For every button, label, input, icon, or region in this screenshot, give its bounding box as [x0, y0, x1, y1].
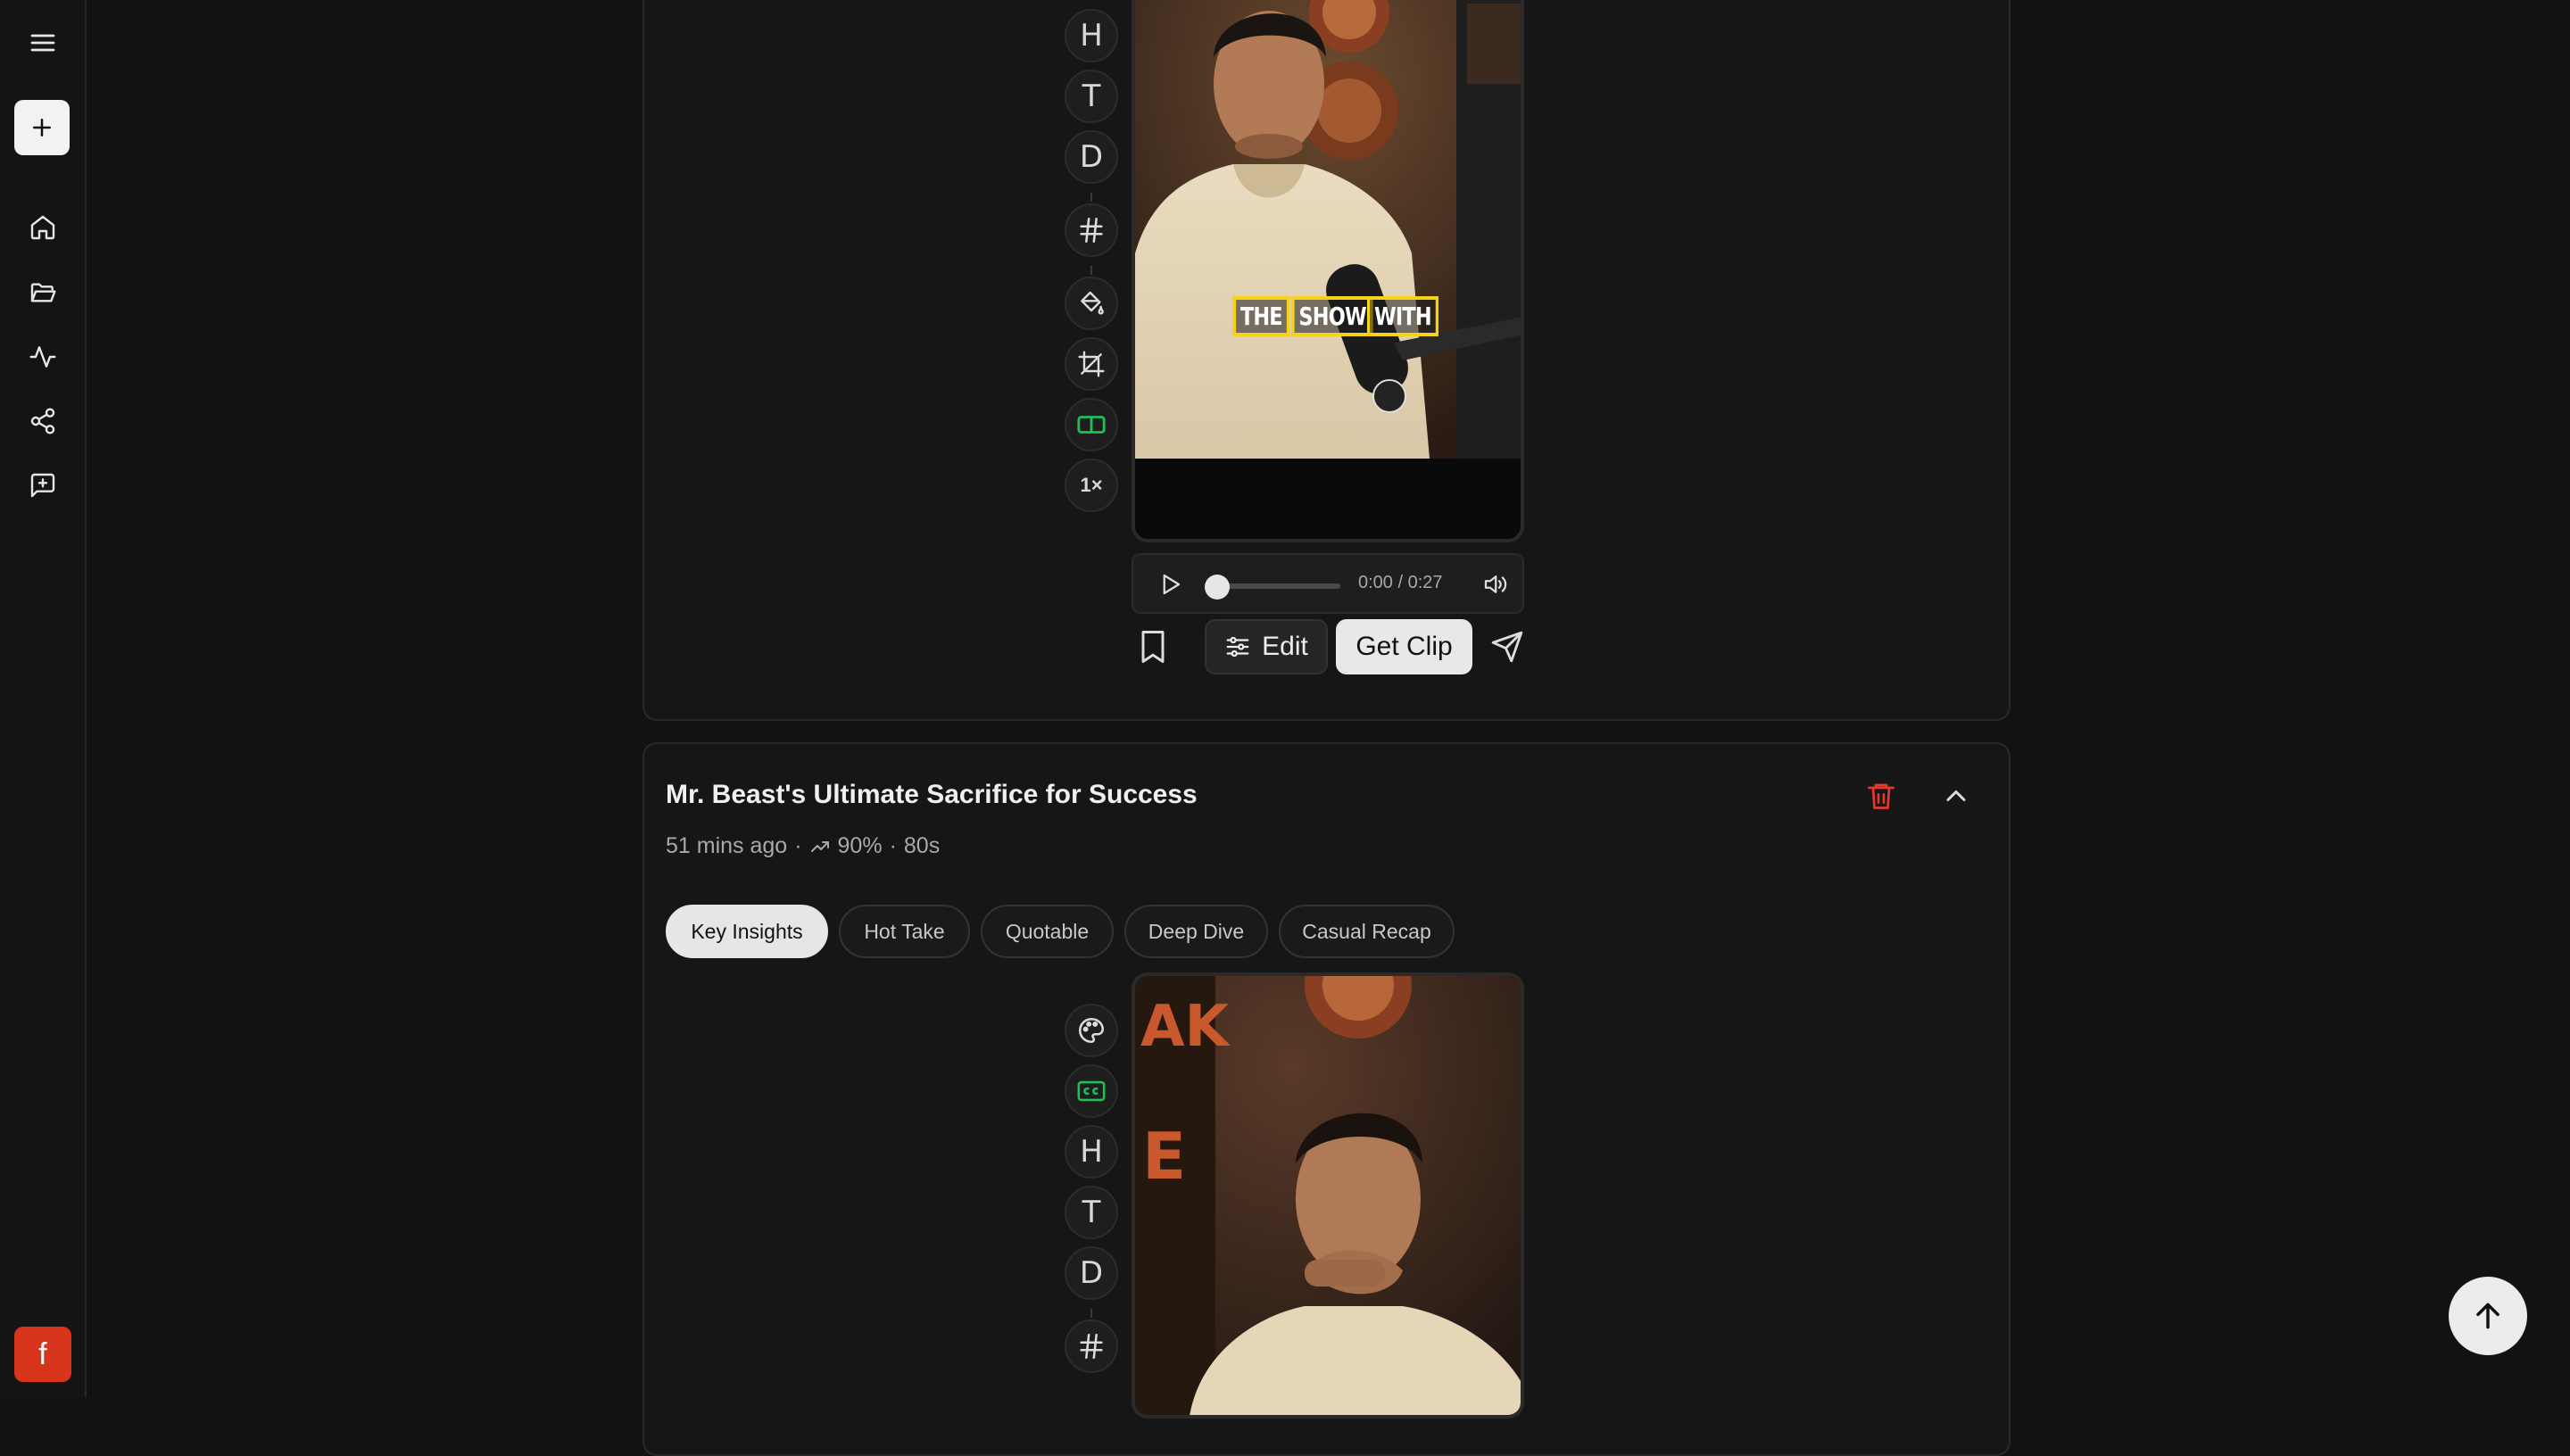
- time-display: 0:00 / 0:27: [1358, 573, 1443, 592]
- volume-icon[interactable]: [1481, 571, 1508, 598]
- tool-letter: D: [1079, 1255, 1104, 1291]
- get-clip-label: Get Clip: [1355, 632, 1453, 661]
- tab-hot-take[interactable]: Hot Take: [839, 905, 970, 958]
- trash-icon[interactable]: [1865, 780, 1897, 812]
- tab-casual-recap[interactable]: Casual Recap: [1279, 905, 1455, 958]
- paint-bucket-icon: [1081, 291, 1104, 315]
- speed-tool[interactable]: 1×: [1065, 459, 1118, 512]
- description-tool[interactable]: D: [1065, 1246, 1118, 1300]
- menu-icon[interactable]: [21, 21, 64, 64]
- crop-icon: [1078, 351, 1105, 377]
- hashtag-icon: [1080, 217, 1103, 244]
- tool-letter: H: [1080, 1134, 1103, 1170]
- seek-bar[interactable]: [1215, 583, 1340, 589]
- caption-word: SHOW: [1291, 296, 1373, 336]
- hashtag-tool[interactable]: [1065, 203, 1118, 257]
- tool-letter: H: [1080, 18, 1103, 54]
- clip-duration: 80s: [903, 833, 941, 858]
- sidebar: f: [0, 0, 87, 1397]
- activity-icon[interactable]: [21, 335, 64, 378]
- paint-tool[interactable]: [1065, 277, 1118, 330]
- tool-letter: D: [1079, 139, 1104, 175]
- description-tool[interactable]: D: [1065, 130, 1118, 184]
- text-tool[interactable]: T: [1065, 1186, 1118, 1239]
- send-icon[interactable]: [1490, 630, 1524, 664]
- player-controls: 0:00 / 0:27: [1132, 553, 1524, 614]
- tab-label: Deep Dive: [1148, 919, 1245, 943]
- bookmark-icon[interactable]: [1133, 625, 1173, 669]
- play-icon[interactable]: [1156, 571, 1183, 598]
- tab-label: Quotable: [1005, 919, 1090, 943]
- palette-icon: [1078, 1017, 1105, 1044]
- avatar-letter: f: [38, 1336, 47, 1371]
- tool-divider: [1090, 193, 1092, 202]
- tab-key-insights[interactable]: Key Insights: [666, 905, 828, 958]
- scroll-to-top-button[interactable]: [2449, 1277, 2527, 1355]
- headline-tool[interactable]: H: [1065, 9, 1118, 62]
- meta-dot: ·: [794, 833, 802, 858]
- headline-tool[interactable]: H: [1065, 1125, 1118, 1179]
- tab-label: Casual Recap: [1302, 919, 1431, 943]
- video-frame: THE SHOW WITH: [1135, 0, 1521, 459]
- caption-word: THE: [1232, 296, 1289, 336]
- new-project-button[interactable]: [14, 100, 70, 155]
- edit-label: Edit: [1262, 632, 1308, 661]
- arrow-up-icon: [2476, 1303, 2500, 1329]
- cc-icon: [1077, 1080, 1106, 1102]
- crop-tool[interactable]: [1065, 337, 1118, 391]
- share-icon[interactable]: [21, 400, 64, 443]
- tab-label: Hot Take: [864, 919, 945, 943]
- tool-letter: T: [1082, 79, 1101, 114]
- get-clip-button[interactable]: Get Clip: [1336, 619, 1472, 674]
- backdrop-sign-text: AK: [1140, 994, 1230, 1060]
- clip-title: Mr. Beast's Ultimate Sacrifice for Succe…: [666, 780, 1198, 809]
- trending-icon: [810, 840, 829, 852]
- split-layout-icon: [1077, 416, 1106, 434]
- clip-age: 51 mins ago: [666, 833, 788, 858]
- caption-word: WITH: [1366, 296, 1438, 336]
- video-thumbnail: [1135, 0, 1521, 459]
- layout-tool[interactable]: [1065, 398, 1118, 451]
- sliders-icon: [1226, 636, 1249, 658]
- meta-dot: ·: [889, 833, 897, 858]
- clip-meta: 51 mins ago · 90% · 80s: [666, 833, 940, 859]
- tab-quotable[interactable]: Quotable: [981, 905, 1114, 958]
- palette-tool[interactable]: [1065, 1004, 1118, 1057]
- seek-handle[interactable]: [1205, 575, 1230, 600]
- collapse-icon[interactable]: [1940, 780, 1972, 812]
- home-icon[interactable]: [21, 206, 64, 249]
- feedback-icon[interactable]: [21, 464, 64, 507]
- tool-divider: [1090, 266, 1092, 275]
- folder-icon[interactable]: [21, 271, 64, 314]
- captions-tool[interactable]: [1065, 1064, 1118, 1118]
- tab-deep-dive[interactable]: Deep Dive: [1124, 905, 1268, 958]
- avatar[interactable]: f: [14, 1327, 71, 1382]
- virality-score: 90%: [837, 833, 883, 858]
- hashtag-tool[interactable]: [1065, 1320, 1118, 1373]
- tab-label: Key Insights: [691, 919, 803, 943]
- hashtag-icon: [1080, 1333, 1103, 1360]
- edit-button[interactable]: Edit: [1205, 619, 1328, 674]
- video-frame: AK E: [1135, 976, 1521, 1415]
- plus-icon: [33, 119, 51, 136]
- tool-divider: [1090, 1309, 1092, 1318]
- text-tool[interactable]: T: [1065, 70, 1118, 123]
- video-preview[interactable]: THE SHOW WITH: [1132, 0, 1524, 542]
- tool-letter: T: [1082, 1195, 1101, 1230]
- speed-label: 1×: [1080, 474, 1103, 496]
- backdrop-sign-text: E: [1142, 1119, 1187, 1194]
- video-preview[interactable]: AK E: [1132, 972, 1524, 1419]
